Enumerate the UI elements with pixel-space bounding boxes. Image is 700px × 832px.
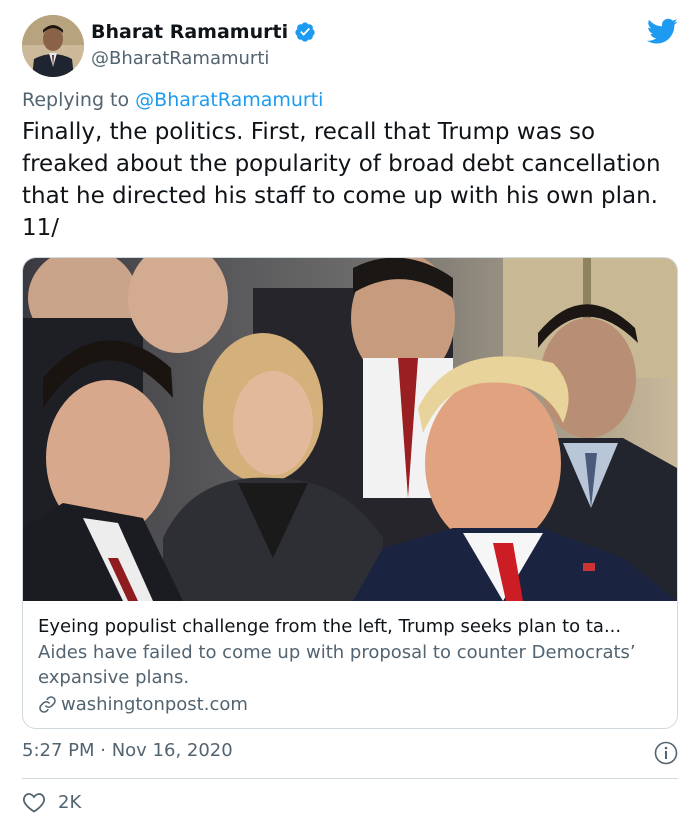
link-card[interactable]: Eyeing populist challenge from the left,…: [22, 257, 678, 729]
replying-to-handle-link[interactable]: @BharatRamamurti: [135, 89, 323, 111]
like-count: 2K: [58, 791, 82, 813]
card-title: Eyeing populist challenge from the left,…: [38, 616, 622, 637]
card-domain: washingtonpost.com: [61, 694, 248, 715]
avatar[interactable]: [22, 15, 84, 77]
author-row: Bharat Ramamurti: [91, 21, 316, 43]
author-name[interactable]: Bharat Ramamurti: [91, 21, 288, 43]
twitter-bird-icon[interactable]: [647, 18, 678, 45]
card-description: Aides have failed to come up with propos…: [38, 642, 636, 688]
link-icon: [39, 696, 56, 713]
tweet: Bharat Ramamurti @BharatRamamurti Replyi…: [0, 0, 700, 832]
author-handle[interactable]: @BharatRamamurti: [91, 48, 269, 69]
card-image: [23, 258, 677, 601]
avatar-image: [22, 15, 84, 77]
tweet-text: Finally, the politics. First, recall tha…: [22, 119, 661, 241]
card-text: Eyeing populist challenge from the left,…: [23, 601, 677, 717]
divider: [22, 778, 678, 779]
info-icon[interactable]: [654, 741, 678, 765]
verified-badge-icon: [295, 22, 315, 42]
heart-icon: [23, 793, 45, 813]
replying-to: Replying to @BharatRamamurti: [22, 89, 323, 111]
like-button[interactable]: 2K: [22, 791, 81, 813]
replying-to-prefix: Replying to: [22, 89, 136, 111]
card-domain-row: washingtonpost.com: [38, 692, 662, 717]
tweet-timestamp[interactable]: 5:27 PM · Nov 16, 2020: [22, 740, 233, 761]
